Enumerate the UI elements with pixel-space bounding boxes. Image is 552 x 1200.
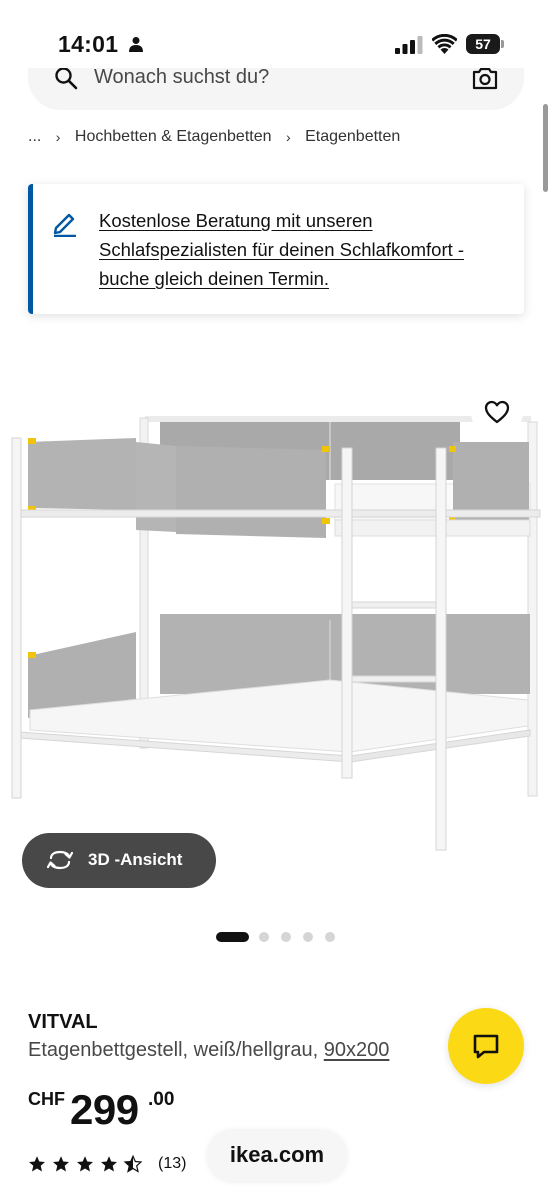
battery-level: 57 xyxy=(466,34,500,54)
breadcrumb-ellipsis[interactable]: ... xyxy=(28,128,41,146)
scrollbar-thumb[interactable] xyxy=(543,104,548,192)
product-description-text: Etagenbettgestell, weiß/hellgrau, xyxy=(28,1039,319,1061)
search-icon xyxy=(55,67,78,90)
rating-stars xyxy=(29,1155,142,1173)
breadcrumb-item-hochbetten[interactable]: Hochbetten & Etagenbetten xyxy=(75,128,272,146)
chevron-right-icon: › xyxy=(285,129,291,145)
product-description: Etagenbettgestell, weiß/hellgrau, 90x200 xyxy=(28,1039,389,1062)
heart-icon xyxy=(484,400,510,424)
wifi-icon xyxy=(432,34,457,54)
consultation-banner[interactable]: Kostenlose Beratung mit unseren Schlafsp… xyxy=(28,184,524,314)
product-size-link[interactable]: 90x200 xyxy=(324,1039,390,1061)
carousel-dot[interactable] xyxy=(303,932,313,942)
price-currency: CHF xyxy=(28,1089,65,1109)
star-full-icon xyxy=(29,1156,45,1172)
carousel-dot[interactable] xyxy=(325,932,335,942)
status-bar: 14:01 57 xyxy=(0,0,552,68)
search-input[interactable]: Wonach suchst du? xyxy=(94,66,269,89)
signal-icon xyxy=(395,36,423,54)
carousel-dot-active[interactable] xyxy=(216,932,249,942)
chat-button[interactable] xyxy=(448,1008,524,1084)
chevron-right-icon: › xyxy=(55,129,61,145)
star-full-icon xyxy=(77,1156,93,1172)
wishlist-button[interactable] xyxy=(471,386,523,438)
view-3d-button[interactable]: 3D -Ansicht xyxy=(22,833,216,888)
battery-tip xyxy=(501,40,504,48)
person-icon xyxy=(129,37,143,52)
browser-url-pill[interactable]: ikea.com xyxy=(207,1129,347,1181)
battery-icon: 57 xyxy=(466,34,504,54)
consultation-link[interactable]: Kostenlose Beratung mit unseren Schlafsp… xyxy=(99,206,509,293)
breadcrumb-item-etagenbetten[interactable]: Etagenbetten xyxy=(305,128,400,146)
star-full-icon xyxy=(53,1156,69,1172)
price-main: 299 xyxy=(70,1086,139,1133)
banner-accent xyxy=(28,184,33,314)
rotate-3d-icon xyxy=(46,850,74,870)
product-image[interactable] xyxy=(0,380,552,870)
chat-icon xyxy=(473,1034,499,1059)
review-count[interactable]: (13) xyxy=(158,1155,186,1173)
price-cents: .00 xyxy=(148,1089,175,1110)
view-3d-label: 3D -Ansicht xyxy=(88,850,183,869)
star-full-icon xyxy=(101,1156,117,1172)
carousel-dot[interactable] xyxy=(281,932,291,942)
carousel-dot[interactable] xyxy=(259,932,269,942)
pencil-icon xyxy=(53,213,76,237)
breadcrumb: ... › Hochbetten & Etagenbetten › Etagen… xyxy=(28,128,400,146)
camera-icon[interactable] xyxy=(472,66,498,90)
product-name: VITVAL xyxy=(28,1011,98,1033)
status-time: 14:01 xyxy=(58,31,119,57)
